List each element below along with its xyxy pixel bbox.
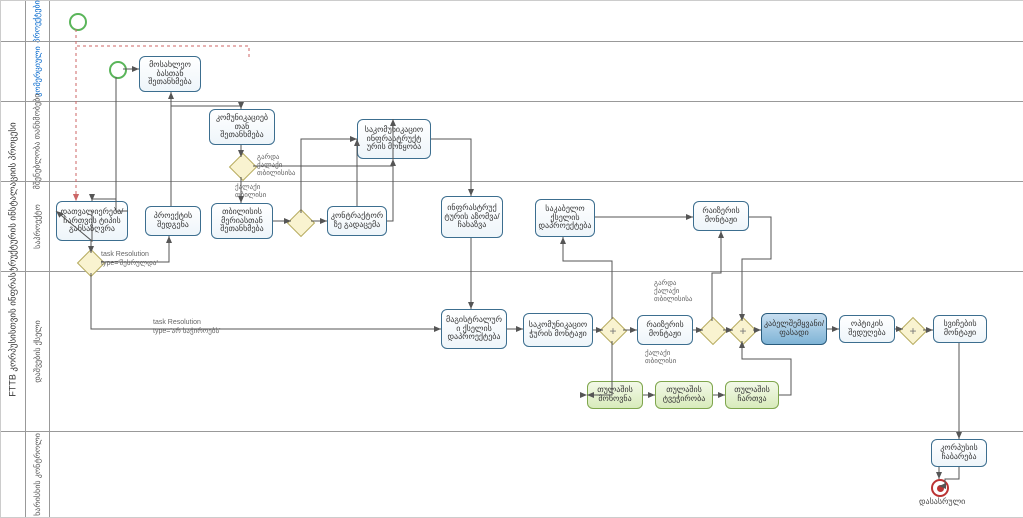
end-event bbox=[931, 479, 949, 497]
lane-label-5: ხარისხის კონტროლი bbox=[25, 431, 50, 517]
gateway-g1 bbox=[229, 153, 257, 181]
task-t3: საკომუნიკაციო ინფრასტრუქტ ურის მოწყობა bbox=[357, 119, 431, 159]
task-t19: თულაშის ჩართვა bbox=[725, 381, 779, 409]
task-t16: სვიჩების მონტაჟი bbox=[933, 315, 987, 343]
gateway-g5 bbox=[699, 317, 727, 345]
gateway-g6 bbox=[729, 317, 757, 345]
gw-label: თბილისი bbox=[235, 191, 266, 199]
gateway-g7 bbox=[899, 317, 927, 345]
task-t12: საკომუნიკაციო ჭურის მონტაჟი bbox=[523, 313, 593, 347]
task-t7: კონტრაქტორ ზე გადაცემა bbox=[327, 206, 387, 236]
bpmn-diagram: FTTB კორპუსისთვის ინფრასტრუქტურის ინსტალ… bbox=[0, 0, 1023, 518]
lane-label-0: პროექტები bbox=[25, 1, 50, 41]
gw-label: task Resolution bbox=[153, 319, 201, 326]
gw-label: ქალაქი bbox=[654, 287, 679, 295]
gw-label: type='შესრულდა' bbox=[101, 259, 158, 267]
gw-label: type='არ საჭიროებს' bbox=[153, 327, 220, 335]
lane-label-3: საპროექტო bbox=[25, 181, 50, 271]
gw-label: ქალაქი bbox=[235, 183, 260, 191]
gw-label: ქალაქი bbox=[257, 161, 282, 169]
pool-label: FTTB კორპუსისთვის ინფრასტრუქტურის ინსტალ… bbox=[1, 1, 26, 517]
lane-label-4: დაშვების ქსელი bbox=[25, 271, 50, 431]
task-t8: ინფრასტრუქ ტურის აზომვა/ ჩახაზვა bbox=[441, 196, 503, 238]
task-t15: ოპტიკის შედუღება bbox=[839, 315, 895, 343]
task-t13: რაიზერის მონტაჟი bbox=[637, 315, 693, 345]
task-t10: რაიზერის მონტაჟი bbox=[693, 201, 749, 231]
gw-label: ქალაქი bbox=[645, 349, 670, 357]
gw-label: თბილისი bbox=[645, 357, 676, 365]
end-label: დასასრული bbox=[919, 497, 965, 506]
gw-label: თბილისისა bbox=[257, 169, 295, 177]
task-t14: კაბელშემყვანი/ ფასადი bbox=[761, 313, 827, 345]
task-t2: კომუნიკაციებ თან შეთანხმება bbox=[209, 109, 275, 145]
gateway-g4 bbox=[599, 317, 627, 345]
start-event-2 bbox=[109, 61, 127, 79]
task-t17: თულაშის მოხოვნა bbox=[587, 381, 643, 409]
gw-label: გარდა bbox=[257, 153, 279, 161]
lane-label-1: კომერციული bbox=[25, 41, 50, 101]
task-t11: მაგისტრალურ ი ქსელის დაპროექტება bbox=[441, 309, 507, 349]
task-t18: თულაშის ტვეჭირობა bbox=[655, 381, 713, 409]
task-t20: კორპუსის ჩაბარება bbox=[931, 439, 987, 467]
gw-label: თბილისისა bbox=[654, 295, 692, 303]
task-t4: დათვალიერება/ ჩართვის ტიპის განსაზღვრა bbox=[56, 201, 128, 241]
start-event-1 bbox=[69, 13, 87, 31]
task-t6: თბილისის მერიასთან შეთანხმება bbox=[211, 203, 273, 239]
gateway-g3 bbox=[287, 209, 315, 237]
lane-label-2: მშენებლობა თანხმობები bbox=[25, 101, 50, 181]
task-t5: პროექტის შედგენა bbox=[145, 206, 201, 236]
gw-label: task Resolution bbox=[101, 251, 149, 258]
gw-label: გარდა bbox=[654, 279, 676, 287]
task-t1: მოსახლეო ბასთან შეთანხმება bbox=[139, 56, 201, 92]
task-t9: საკაბელო ქსელის დაპროექტება bbox=[535, 199, 595, 237]
